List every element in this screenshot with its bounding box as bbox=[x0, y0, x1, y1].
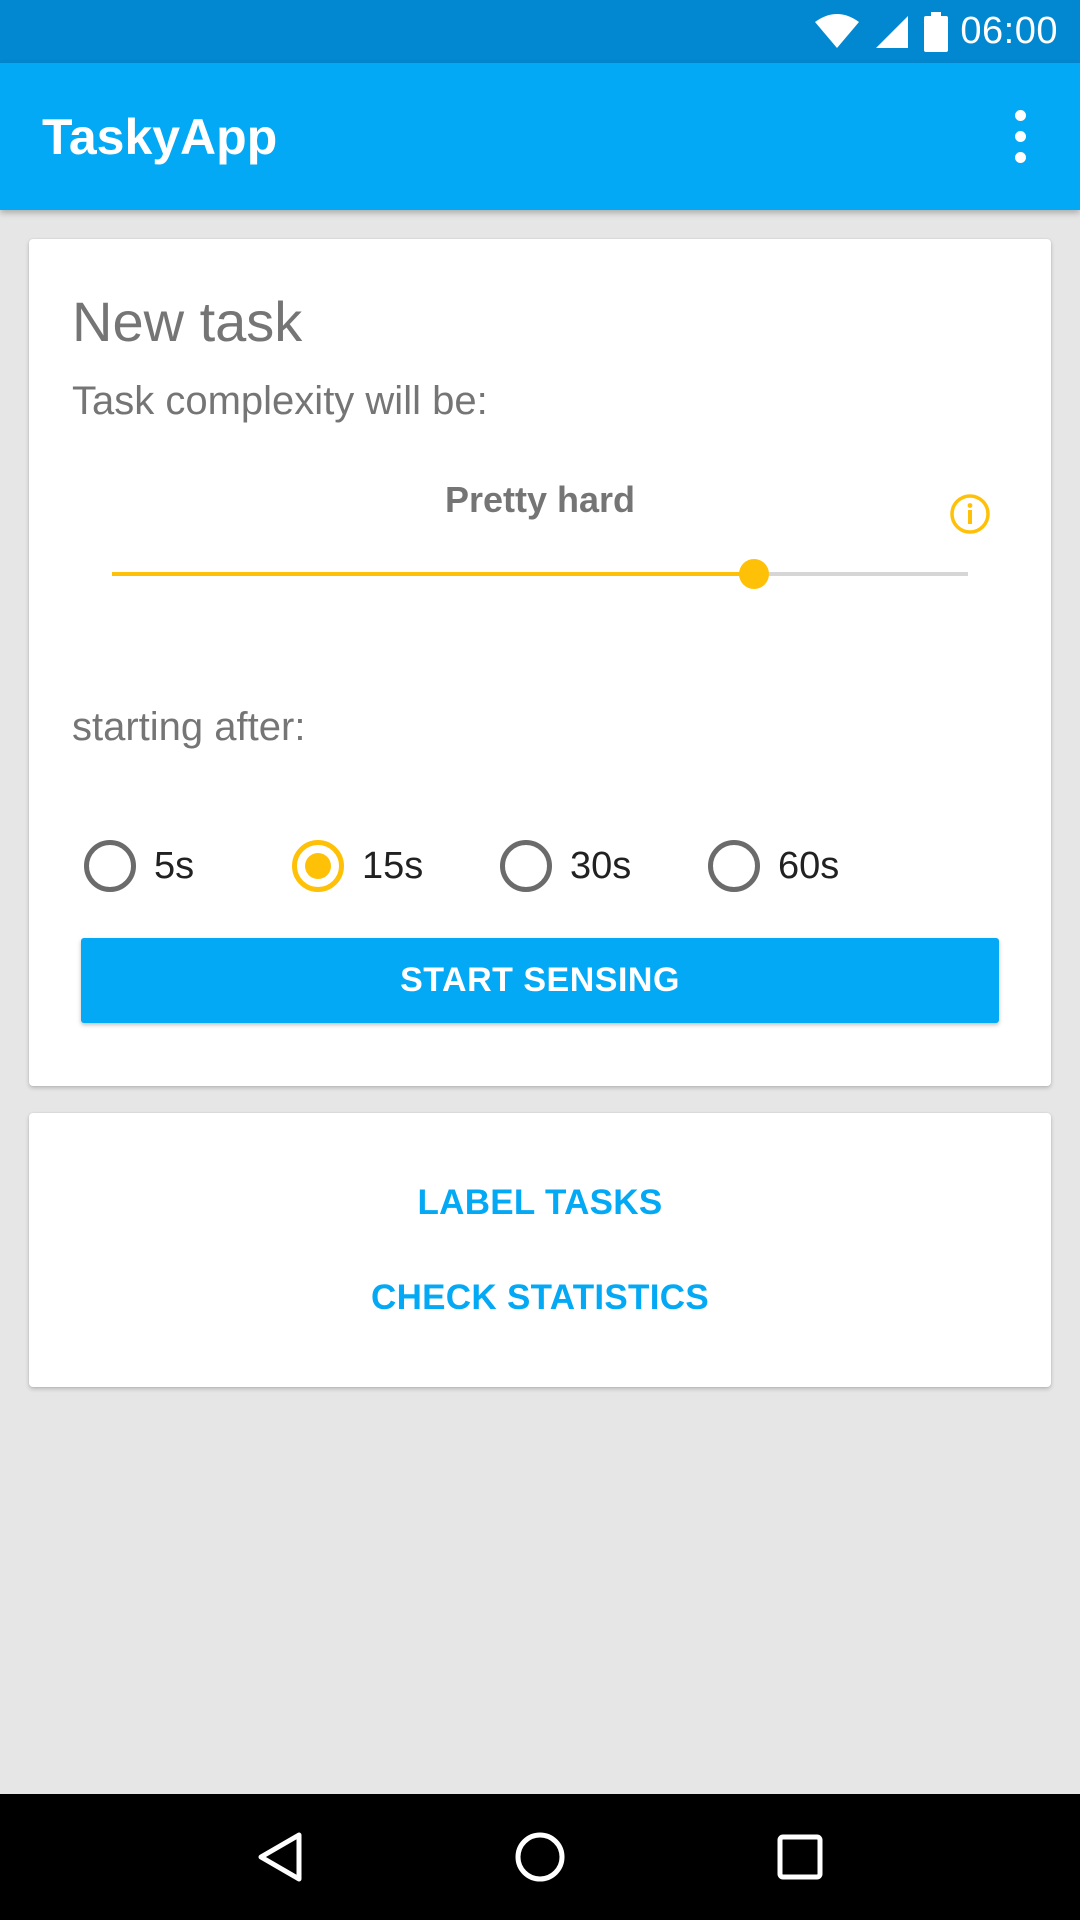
home-icon[interactable] bbox=[500, 1817, 580, 1897]
screen: 06:00 TaskyApp New task Task complexity … bbox=[0, 0, 1080, 1920]
cell-signal-icon bbox=[876, 15, 909, 48]
radio-30s[interactable]: 30s bbox=[500, 826, 631, 906]
status-time: 06:00 bbox=[960, 10, 1058, 52]
radio-button-icon[interactable] bbox=[84, 840, 136, 892]
radio-label: 30s bbox=[570, 844, 632, 887]
app-bar: TaskyApp bbox=[0, 63, 1080, 210]
info-icon[interactable] bbox=[949, 493, 991, 535]
delay-radio-group: 5s 15s 30s 60s bbox=[84, 826, 984, 906]
starting-after-label: starting after: bbox=[72, 705, 306, 749]
slider-track[interactable] bbox=[112, 572, 968, 576]
check-statistics-button[interactable]: CHECK STATISTICS bbox=[29, 1278, 1051, 1318]
complexity-value: Pretty hard bbox=[444, 479, 636, 520]
radio-15s[interactable]: 15s bbox=[292, 826, 423, 906]
complexity-slider[interactable] bbox=[112, 549, 968, 599]
start-sensing-button[interactable]: START SENSING bbox=[81, 938, 999, 1023]
label-tasks-button[interactable]: LABEL TASKS bbox=[29, 1183, 1051, 1223]
slider-thumb[interactable] bbox=[739, 559, 769, 589]
slider-fill bbox=[112, 572, 754, 576]
complexity-label: Task complexity will be: bbox=[72, 379, 488, 423]
radio-label: 5s bbox=[154, 844, 195, 887]
battery-icon bbox=[924, 11, 949, 52]
actions-card: LABEL TASKS CHECK STATISTICS bbox=[29, 1113, 1051, 1387]
radio-button-checked-icon[interactable] bbox=[292, 840, 344, 892]
radio-label: 60s bbox=[778, 844, 840, 887]
overflow-menu-icon[interactable] bbox=[990, 97, 1050, 177]
navigation-bar bbox=[0, 1794, 1080, 1920]
radio-label: 15s bbox=[362, 844, 424, 887]
radio-5s[interactable]: 5s bbox=[84, 826, 194, 906]
status-bar: 06:00 bbox=[0, 0, 1080, 63]
recents-icon[interactable] bbox=[760, 1817, 840, 1897]
radio-button-icon[interactable] bbox=[500, 840, 552, 892]
app-title: TaskyApp bbox=[42, 108, 278, 165]
radio-button-icon[interactable] bbox=[708, 840, 760, 892]
card-title: New task bbox=[72, 290, 303, 353]
new-task-card: New task Task complexity will be: Pretty… bbox=[29, 239, 1051, 1086]
wifi-icon bbox=[815, 13, 860, 48]
back-icon[interactable] bbox=[240, 1817, 320, 1897]
radio-60s[interactable]: 60s bbox=[708, 826, 839, 906]
